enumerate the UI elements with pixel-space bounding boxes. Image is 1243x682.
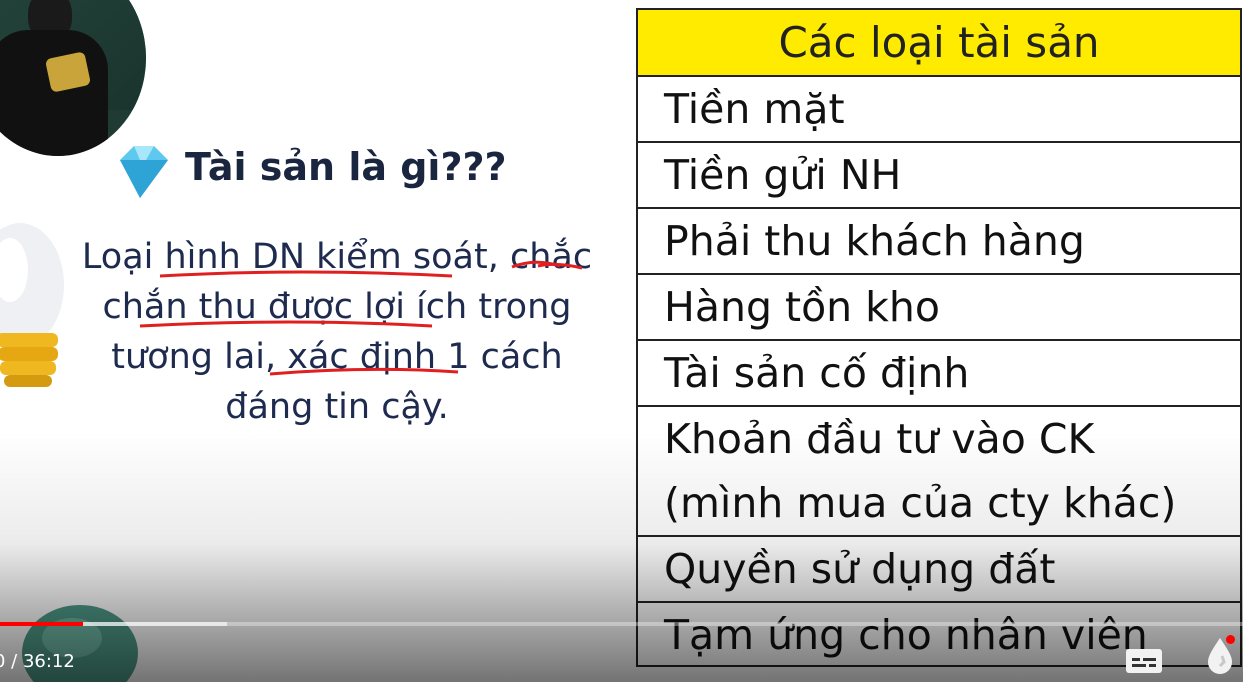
slide-heading: Tài sản là gì??? [185,145,507,189]
progress-played [0,622,84,626]
table-row: Quyền sử dụng đất [638,537,1240,603]
asset-definition: Loại hình DN kiểm soát, chắc chắn thu đư… [81,237,593,427]
asset-types-table: Các loại tài sản Tiền mặt Tiền gửi NH Ph… [636,8,1242,667]
lightbulb-icon [0,223,64,387]
diamond-icon [120,146,168,198]
table-row: Phải thu khách hàng [638,209,1240,275]
video-frame[interactable]: Tài sản là gì??? Loại hình DN kiểm soát,… [0,0,1243,682]
time-display: 0 / 36:12 [0,651,75,672]
table-row: Hàng tồn kho [638,275,1240,341]
notification-dot [1226,635,1235,644]
table-row: Khoản đầu tư vào CK (mình mua của cty kh… [638,407,1240,537]
progress-bar[interactable] [0,622,1243,626]
table-header: Các loại tài sản [638,10,1240,77]
table-cell-line: Khoản đầu tư vào CK [664,415,1095,463]
presenter-webcam [0,0,146,156]
subtitles-icon[interactable] [1124,646,1164,676]
table-row: Tài sản cố định [638,341,1240,407]
table-row: Tiền gửi NH [638,143,1240,209]
table-row: Tiền mặt [638,77,1240,143]
table-cell-line: (mình mua của cty khác) [664,479,1177,527]
